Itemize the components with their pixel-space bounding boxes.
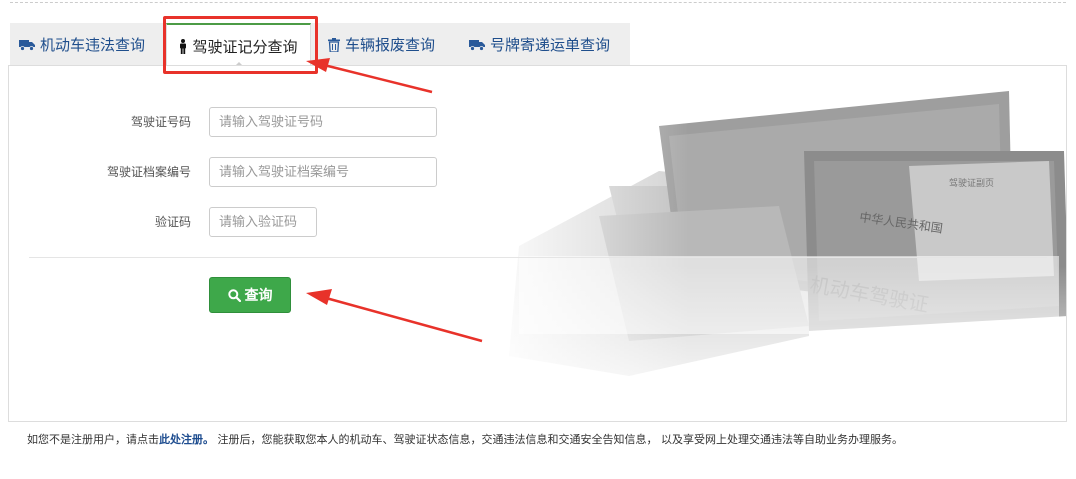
truck-icon [19, 39, 35, 51]
truck-icon [469, 39, 485, 51]
query-button[interactable]: 查询 [209, 277, 291, 313]
tab-label: 机动车违法查询 [40, 36, 146, 54]
tab-label: 号牌寄递运单查询 [490, 36, 611, 54]
search-icon [227, 288, 241, 302]
query-tabs: 机动车违法查询 驾驶证记分查询 车辆报废查询 号牌寄递运单查询 [10, 23, 630, 67]
file-number-label: 驾驶证档案编号 [106, 165, 191, 179]
license-number-label: 驾驶证号码 [130, 115, 191, 129]
query-button-label: 查询 [244, 288, 273, 304]
tab-vehicle-scrap[interactable]: 车辆报废查询 [328, 23, 435, 66]
license-number-input[interactable] [209, 107, 437, 137]
tab-label: 车辆报废查询 [345, 36, 436, 54]
notice-prefix: 如您不是注册用户，请点击 [27, 433, 159, 446]
register-link[interactable]: 此处注册。 [159, 433, 214, 446]
tab-plate-shipping[interactable]: 号牌寄递运单查询 [469, 23, 610, 66]
captcha-input[interactable] [209, 207, 317, 237]
file-number-input[interactable] [209, 157, 437, 187]
tab-vehicle-violation[interactable]: 机动车违法查询 [19, 23, 145, 66]
person-icon [179, 38, 187, 54]
license-background-image: 驾驶证副页 中华人民共和国 机动车驾驶证 [479, 76, 1066, 421]
form-divider [29, 257, 1047, 258]
query-panel: 驾驶证副页 中华人民共和国 机动车驾驶证 驾驶证号码 驾驶证档案编号 验证码 查… [8, 65, 1067, 422]
tab-license-points[interactable]: 驾驶证记分查询 [166, 23, 311, 67]
registration-notice: 如您不是注册用户，请点击此处注册。 注册后，您能获取您本人的机动车、驾驶证状态信… [27, 431, 903, 447]
trash-icon [328, 37, 340, 52]
tab-label: 驾驶证记分查询 [192, 37, 298, 56]
captcha-label: 验证码 [154, 215, 191, 229]
top-dashed-divider [10, 2, 1066, 3]
notice-suffix: 注册后，您能获取您本人的机动车、驾驶证状态信息，交通违法信息和交通安全告知信息，… [214, 433, 903, 446]
